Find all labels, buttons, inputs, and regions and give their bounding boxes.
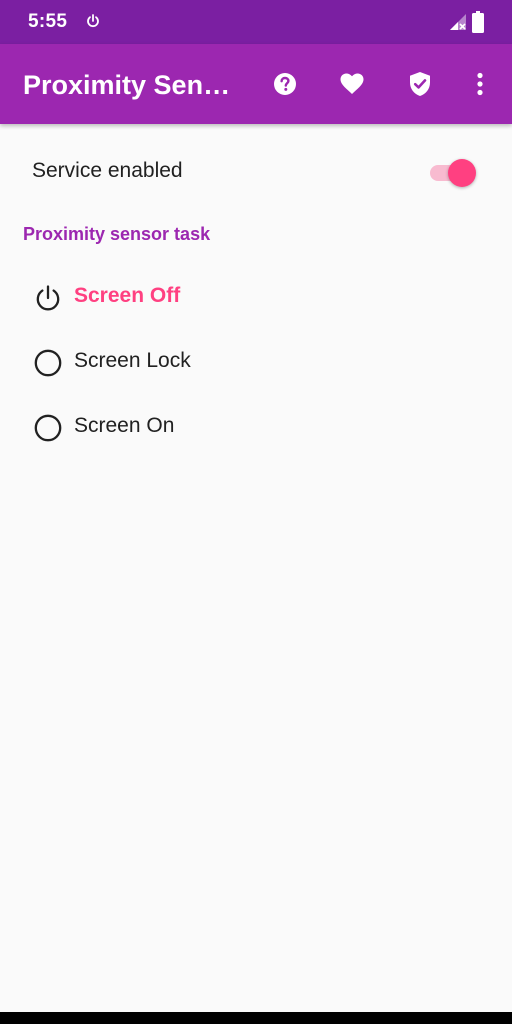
option-screen-lock[interactable]: Screen Lock <box>0 335 512 391</box>
favorite-button[interactable] <box>332 64 372 104</box>
service-enabled-row[interactable]: Service enabled <box>0 144 512 200</box>
service-enabled-label: Service enabled <box>32 159 183 182</box>
privacy-button[interactable] <box>400 64 440 104</box>
shield-check-icon <box>409 71 431 97</box>
option-label: Screen Lock <box>74 349 191 372</box>
service-enabled-switch[interactable] <box>430 158 478 187</box>
navigation-bar <box>0 1012 512 1024</box>
option-screen-off[interactable]: Screen Off <box>0 270 512 326</box>
radio-unchecked-icon <box>33 348 63 378</box>
switch-thumb <box>448 159 476 187</box>
option-screen-on[interactable]: Screen On <box>0 400 512 456</box>
signal-off-icon <box>449 13 467 31</box>
section-header: Proximity sensor task <box>23 224 211 244</box>
app-bar: Proximity Sensor <box>0 44 512 124</box>
help-icon <box>273 72 297 96</box>
status-time: 5:55 <box>28 11 68 32</box>
heart-icon <box>340 73 364 95</box>
status-bar: 5:55 <box>0 0 512 44</box>
power-icon <box>85 13 101 29</box>
battery-icon <box>472 11 484 33</box>
radio-unchecked-icon <box>33 413 63 443</box>
help-button[interactable] <box>265 64 305 104</box>
option-label: Screen Off <box>74 284 181 307</box>
more-vert-icon <box>476 72 484 96</box>
option-label: Screen On <box>74 414 175 437</box>
overflow-menu-button[interactable] <box>460 64 500 104</box>
app-title: Proximity Sensor <box>23 70 238 100</box>
power-icon <box>33 283 63 313</box>
